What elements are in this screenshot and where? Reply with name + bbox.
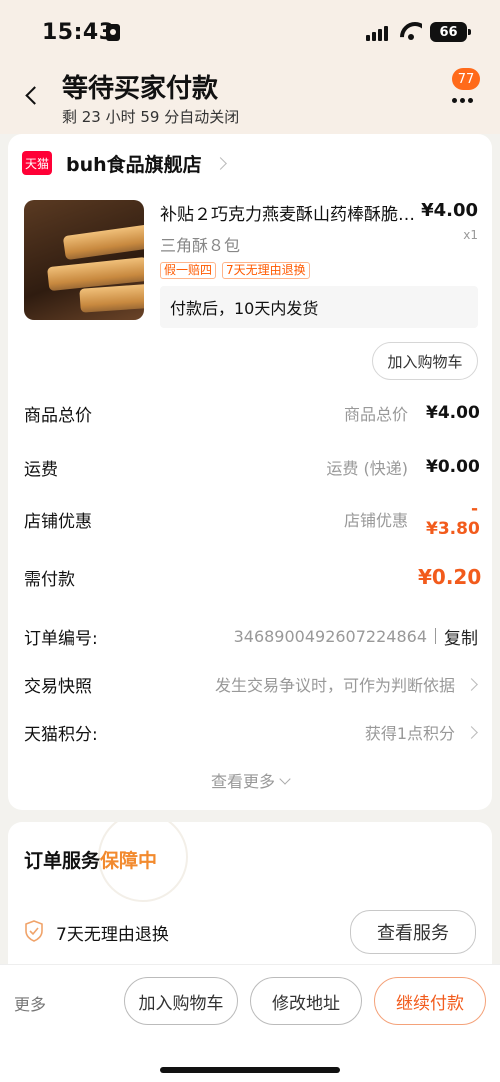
trade-snapshot-hint: 发生交易争议时，可作为判断依据 — [214, 676, 455, 695]
status-time: 15:43 — [42, 20, 115, 45]
trade-snapshot-label: 交易快照 — [24, 676, 92, 697]
auto-close-countdown: 剩 23 小时 59 分自动关闭 — [62, 108, 240, 126]
fee-row-shipping: 运费 运费 (快递) ¥0.00 — [24, 452, 480, 482]
more-actions-link[interactable]: 更多 — [14, 991, 46, 1015]
order-number-label: 订单编号: — [24, 628, 98, 649]
service-title-text: 订单服务 — [24, 850, 101, 872]
total-value: ¥0.20 — [418, 565, 482, 589]
person-lock-icon — [106, 24, 120, 41]
edit-address-button[interactable]: 修改地址 — [250, 977, 362, 1025]
home-indicator — [160, 1067, 340, 1073]
chevron-right-icon — [465, 725, 478, 739]
product-spec: 三角酥８包 — [160, 236, 241, 255]
total-label: 需付款 — [24, 569, 75, 590]
back-arrow-icon[interactable] — [22, 84, 40, 106]
tmall-logo-icon: 天猫 — [22, 151, 52, 175]
page-title: 等待买家付款 — [62, 74, 219, 104]
bottom-add-to-cart-button[interactable]: 加入购物车 — [124, 977, 238, 1025]
copy-order-number-button[interactable]: 复制 — [444, 624, 478, 649]
tmall-points-label: 天猫积分: — [24, 724, 98, 745]
bottom-action-bar: 更多 加入购物车 修改地址 继续付款 — [0, 964, 500, 1082]
add-to-cart-button[interactable]: 加入购物车 — [372, 342, 478, 380]
view-service-button[interactable]: 查看服务 — [350, 910, 476, 954]
tag-fake-compensation: 假一赔四 — [160, 262, 217, 279]
fee-label: 店铺优惠 — [24, 511, 92, 532]
product-image[interactable] — [24, 200, 144, 320]
fee-value: ¥4.00 — [426, 403, 480, 423]
show-more-button[interactable]: 查看更多 — [8, 768, 492, 792]
product-title[interactable]: 补贴２巧克力燕麦酥山药棒酥脆可口 — [160, 200, 416, 225]
fee-value: -¥3.80 — [426, 499, 480, 539]
fee-row-total: 需付款 ¥0.20 — [24, 562, 482, 592]
fee-label: 商品总价 — [24, 405, 92, 426]
fee-value: ¥0.00 — [426, 457, 480, 477]
fee-row-subtotal: 商品总价 商品总价 ¥4.00 — [24, 398, 480, 428]
order-card: 天猫 buh食品旗舰店 补贴２巧克力燕麦酥山药棒酥脆可口 三角酥８包 ¥4.00… — [8, 134, 492, 810]
battery-icon: 66 — [430, 22, 471, 42]
trade-snapshot-row[interactable]: 交易快照 发生交易争议时，可作为判断依据 — [24, 670, 478, 698]
service-item-7day-return: 7天无理由退换 — [56, 925, 169, 945]
tmall-points-row[interactable]: 天猫积分: 获得1点积分 — [24, 718, 478, 746]
order-number-row: 订单编号: 3468900492607224864 复制 — [24, 622, 478, 650]
chevron-right-icon — [465, 677, 478, 691]
shipping-note: 付款后，10天内发货 — [160, 286, 478, 328]
service-status: 保障中 — [100, 850, 158, 872]
fee-sublabel: 商品总价 — [343, 405, 408, 424]
product-quantity: x1 — [463, 228, 478, 242]
status-bar: 15:43 66 — [0, 0, 500, 64]
wifi-icon — [400, 22, 422, 42]
tmall-points-value: 获得1点积分 — [364, 724, 455, 743]
chevron-down-icon — [279, 773, 291, 785]
order-number: 3468900492607224864 — [233, 626, 427, 646]
chevron-right-icon — [213, 156, 227, 170]
divider — [435, 628, 436, 644]
message-count-badge: 77 — [452, 68, 480, 90]
service-card: 订单服务保障中 7天无理由退换 查看服务 — [8, 822, 492, 982]
product-price: ¥4.00 — [421, 200, 478, 221]
tag-7day-return: 7天无理由退换 — [222, 262, 310, 279]
show-more-label: 查看更多 — [210, 772, 275, 791]
shop-link[interactable]: 天猫 buh食品旗舰店 — [22, 150, 227, 176]
shop-name: buh食品旗舰店 — [66, 153, 202, 176]
fee-sublabel: 店铺优惠 — [343, 511, 408, 530]
fee-row-shop-discount: 店铺优惠 店铺优惠 -¥3.80 — [24, 499, 480, 539]
shield-check-icon — [25, 920, 43, 942]
continue-payment-button[interactable]: 继续付款 — [374, 977, 486, 1025]
signal-icon — [366, 25, 391, 41]
page-header: 等待买家付款 剩 23 小时 59 分自动关闭 77 — [0, 64, 500, 134]
fee-sublabel: 运费 (快递) — [326, 459, 408, 478]
product-tags: 假一赔四 7天无理由退换 — [160, 262, 310, 279]
fee-label: 运费 — [24, 459, 58, 480]
service-title: 订单服务保障中 — [24, 846, 157, 873]
